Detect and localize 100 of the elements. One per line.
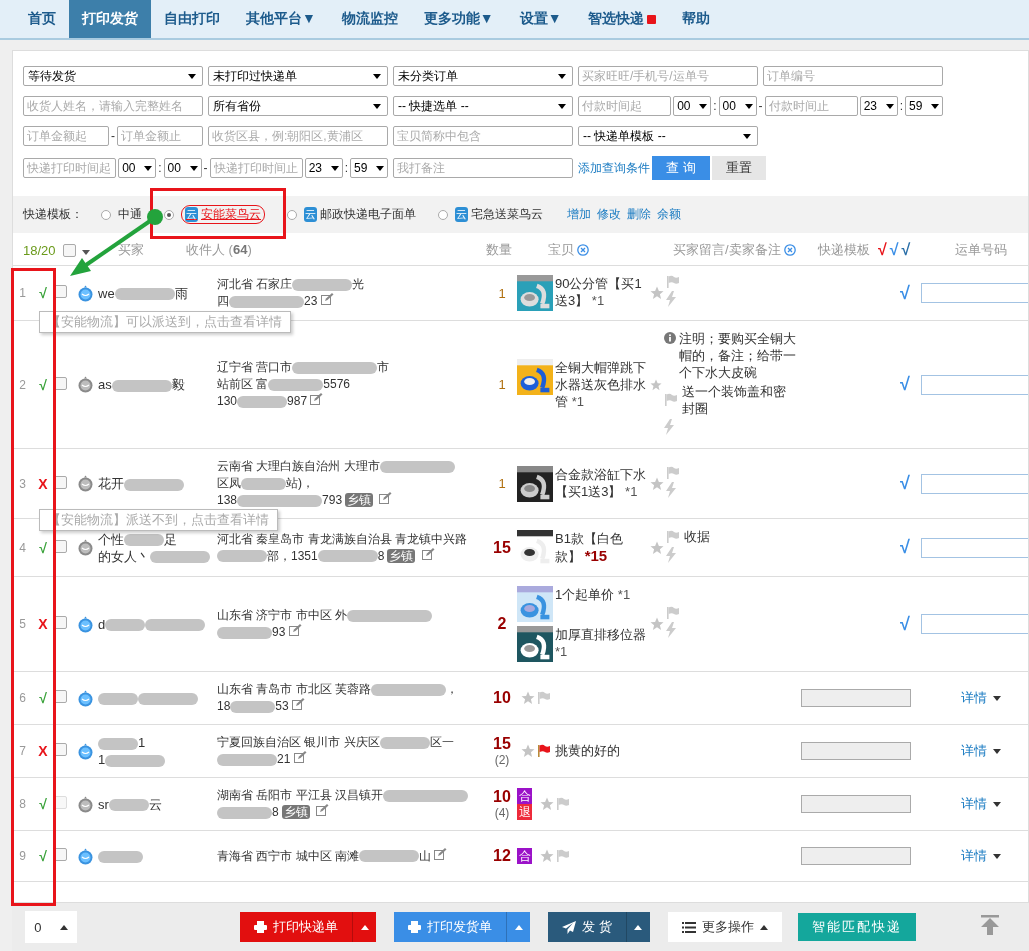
text-field[interactable]: 我打备注 [393, 158, 573, 178]
time-dropdown[interactable]: 59 [350, 158, 388, 178]
text: 毅 [171, 377, 185, 392]
radio-button[interactable] [101, 209, 111, 220]
edit-icon[interactable] [292, 698, 306, 710]
detail-link[interactable]: 详情 [961, 847, 1028, 865]
radio-label[interactable]: 云 安能菜鸟云 [181, 205, 265, 224]
dropdown[interactable]: 所有省份 [208, 96, 388, 116]
lightning-icon[interactable] [666, 622, 676, 638]
template-field[interactable] [801, 742, 911, 760]
add-condition-link[interactable]: 添加查询条件 [578, 159, 650, 177]
waybill-field[interactable] [921, 374, 1028, 395]
template-link[interactable]: 修改 [597, 206, 621, 223]
nav-tab[interactable]: 设置▼ [506, 0, 575, 38]
nav-tab[interactable]: 智选快递 [574, 0, 669, 38]
time-dropdown[interactable]: 00 [118, 158, 157, 178]
template-field[interactable] [801, 847, 911, 865]
time-dropdown[interactable]: 59 [905, 96, 943, 116]
nav-tab[interactable]: 打印发货 [69, 0, 151, 38]
nav-tab[interactable]: 首页 [15, 0, 69, 38]
radio-button[interactable] [164, 209, 174, 220]
time-dropdown[interactable]: 00 [163, 158, 202, 178]
detail-link[interactable]: 详情 [961, 689, 1028, 707]
text: 区一 [429, 735, 454, 749]
radio-button[interactable] [287, 209, 297, 220]
count-dropdown[interactable]: 0 [25, 911, 77, 943]
dropdown[interactable]: 未打印过快递单 [208, 66, 388, 86]
search-button[interactable]: 查 询 [652, 156, 710, 180]
star-icon[interactable] [521, 691, 535, 705]
checkbox[interactable] [63, 243, 76, 257]
back-to-top-icon[interactable] [981, 915, 999, 935]
text-field[interactable]: 订单编号 [763, 66, 943, 86]
lightning-icon[interactable] [664, 419, 674, 435]
edit-icon[interactable] [310, 393, 324, 405]
flag-icon[interactable] [537, 744, 551, 758]
lightning-icon[interactable] [666, 291, 676, 307]
radio-label[interactable]: 云 宅急送菜鸟云 [455, 206, 543, 223]
text-field[interactable]: 付款时间起 [578, 96, 672, 116]
text-field[interactable]: 快递打印时间起 [23, 158, 117, 178]
edit-icon[interactable] [293, 751, 307, 763]
text-field[interactable]: 宝贝简称中包含 [393, 126, 573, 146]
nav-tab[interactable]: 物流监控 [328, 0, 411, 38]
text: 的女人丶 [98, 548, 150, 564]
dropdown[interactable]: 未分类订单 [393, 66, 573, 86]
edit-icon[interactable] [421, 547, 435, 560]
star-icon[interactable] [521, 744, 535, 758]
lightning-icon[interactable] [666, 481, 676, 498]
waybill-field[interactable] [921, 614, 1028, 634]
waybill-field[interactable] [921, 283, 1028, 303]
dropdown[interactable]: -- 快递单模板 -- [578, 126, 758, 146]
detail-link[interactable]: 详情 [961, 795, 1028, 813]
edit-icon[interactable] [316, 804, 330, 816]
waybill-field[interactable] [921, 473, 1028, 494]
waybill-field[interactable] [921, 537, 1028, 558]
nav-tab[interactable]: 其他平台▼ [233, 0, 329, 38]
edit-icon[interactable] [320, 293, 334, 305]
text: 个性 [98, 531, 124, 547]
radio-label[interactable]: 中通 [118, 206, 142, 223]
edit-icon[interactable] [434, 847, 448, 860]
edit-icon[interactable] [288, 624, 302, 636]
nav-tab[interactable]: 自由打印 [151, 0, 233, 38]
template-link[interactable]: 增加 [567, 206, 591, 223]
star-icon[interactable] [650, 540, 664, 555]
remove-icon[interactable] [577, 244, 589, 256]
text: 花开 [98, 476, 124, 491]
lightning-icon[interactable] [666, 547, 676, 563]
template-link[interactable]: 余额 [657, 206, 681, 223]
detail-link[interactable]: 详情 [961, 742, 1028, 760]
text-field[interactable]: 快递打印时间止 [209, 158, 303, 178]
text-field[interactable]: 订单金额止 [117, 126, 203, 146]
time-dropdown[interactable]: 23 [304, 158, 343, 178]
star-icon[interactable] [540, 797, 554, 811]
star-icon[interactable] [650, 286, 664, 300]
text-field[interactable]: 收货区县，例:朝阳区,黄浦区 [208, 126, 388, 146]
separator: - [111, 129, 115, 143]
text-field[interactable]: 付款时间止 [764, 96, 858, 116]
dropdown[interactable]: 等待发货 [23, 66, 203, 86]
template-field[interactable] [801, 795, 911, 813]
nav-tab[interactable]: 更多功能▼ [410, 0, 507, 38]
reset-button[interactable]: 重置 [711, 156, 766, 180]
nav-tab[interactable]: 帮助 [668, 0, 723, 38]
text: 山 [419, 848, 431, 863]
quantity: 12 [492, 847, 512, 865]
time-dropdown[interactable]: 23 [859, 96, 898, 116]
text-field[interactable]: 订单金额起 [23, 126, 109, 146]
more-actions-button[interactable]: 更多操作 [667, 912, 782, 942]
template-link[interactable]: 删除 [627, 206, 651, 223]
time-dropdown[interactable]: 00 [718, 96, 757, 116]
edit-icon[interactable] [379, 492, 393, 504]
dropdown[interactable]: -- 快捷选单 -- [393, 96, 573, 116]
remove-icon[interactable] [783, 244, 796, 256]
radio-label[interactable]: 云 邮政快递电子面单 [304, 206, 416, 223]
text-field[interactable]: 收货人姓名，请输入完整姓名 [23, 96, 203, 116]
time-dropdown[interactable]: 00 [673, 96, 712, 116]
text-field[interactable]: 买家旺旺/手机号/运单号 [578, 66, 758, 86]
star-icon[interactable] [540, 849, 554, 863]
star-icon[interactable] [650, 617, 664, 631]
star-icon[interactable] [650, 476, 664, 491]
radio-button[interactable] [438, 209, 448, 220]
template-field[interactable] [801, 689, 911, 707]
